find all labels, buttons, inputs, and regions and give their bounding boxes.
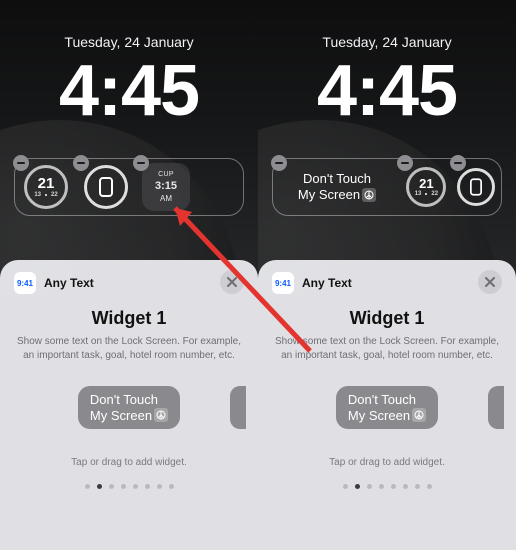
temp-high: 22 <box>51 192 58 198</box>
clock-widget[interactable]: CUP 3:15 AM <box>139 163 193 211</box>
clock-label: CUP <box>158 170 174 179</box>
remove-widget-button[interactable] <box>271 155 287 171</box>
preview-line2: My Screen <box>90 408 152 424</box>
widget-bar[interactable]: 21 13 22 CUP 3:15 AM <box>14 158 244 216</box>
widget-sheet: 9:41 Any Text Widget 1 Show some text on… <box>0 260 258 550</box>
remove-widget-button[interactable] <box>73 155 89 171</box>
page-dot[interactable] <box>169 484 174 489</box>
preview-line1: Don't Touch <box>90 392 168 408</box>
close-button[interactable] <box>478 270 502 294</box>
peace-icon <box>412 408 426 422</box>
weather-widget[interactable]: 21 13 22 <box>403 163 450 211</box>
page-dot[interactable] <box>121 484 126 489</box>
widget-preview[interactable]: Don't Touch My Screen <box>78 386 180 429</box>
next-widget-peek[interactable] <box>488 386 504 429</box>
widget-preview[interactable]: Don't Touch My Screen <box>336 386 438 429</box>
phone-icon <box>470 178 482 196</box>
page-dot[interactable] <box>343 484 348 489</box>
sheet-description: Show some text on the Lock Screen. For e… <box>272 335 502 362</box>
page-dot[interactable] <box>355 484 360 489</box>
temp-value: 21 <box>415 177 438 190</box>
page-dot[interactable] <box>367 484 372 489</box>
page-dot[interactable] <box>109 484 114 489</box>
page-dot[interactable] <box>133 484 138 489</box>
page-dot[interactable] <box>379 484 384 489</box>
close-icon <box>485 277 495 287</box>
close-button[interactable] <box>220 270 244 294</box>
widget-bar[interactable]: Don't Touch My Screen 21 13 22 <box>272 158 502 216</box>
lock-date: Tuesday, 24 January <box>0 34 258 50</box>
app-icon: 9:41 <box>272 272 294 294</box>
page-dot[interactable] <box>391 484 396 489</box>
page-dot[interactable] <box>415 484 420 489</box>
remove-widget-button[interactable] <box>133 155 149 171</box>
phone-right: Tuesday, 24 January 4:45 Don't Touch My … <box>258 0 516 550</box>
temp-low: 13 <box>34 192 41 198</box>
app-name: Any Text <box>44 276 94 290</box>
lock-date: Tuesday, 24 January <box>258 34 516 50</box>
sheet-title: Widget 1 <box>272 308 502 329</box>
peace-icon <box>362 188 376 202</box>
page-dot[interactable] <box>157 484 162 489</box>
page-dot[interactable] <box>403 484 408 489</box>
text-widget-line1: Don't Touch <box>303 171 371 187</box>
preview-line1: Don't Touch <box>348 392 426 408</box>
text-widget-line2: My Screen <box>298 187 360 203</box>
find-my-widget[interactable] <box>79 163 133 211</box>
page-dot[interactable] <box>97 484 102 489</box>
phone-icon <box>99 177 113 197</box>
clock-ampm: AM <box>160 194 172 204</box>
sheet-title: Widget 1 <box>14 308 244 329</box>
sheet-hint: Tap or drag to add widget. <box>272 457 502 468</box>
phone-left: Tuesday, 24 January 4:45 21 13 22 CUP 3:1… <box>0 0 258 550</box>
remove-widget-button[interactable] <box>397 155 413 171</box>
preview-line2: My Screen <box>348 408 410 424</box>
remove-widget-button[interactable] <box>13 155 29 171</box>
page-dot[interactable] <box>145 484 150 489</box>
temp-high: 22 <box>431 191 438 197</box>
lock-time: 4:45 <box>258 50 516 132</box>
widget-sheet: 9:41 Any Text Widget 1 Show some text on… <box>258 260 516 550</box>
page-dot[interactable] <box>85 484 90 489</box>
sheet-hint: Tap or drag to add widget. <box>14 457 244 468</box>
next-widget-peek[interactable] <box>230 386 246 429</box>
page-indicator[interactable] <box>14 484 244 489</box>
text-widget[interactable]: Don't Touch My Screen <box>277 163 397 211</box>
find-my-widget[interactable] <box>456 163 497 211</box>
remove-widget-button[interactable] <box>450 155 466 171</box>
temp-low: 13 <box>415 191 422 197</box>
weather-widget[interactable]: 21 13 22 <box>19 163 73 211</box>
clock-time: 3:15 <box>155 179 177 193</box>
temp-value: 21 <box>34 176 57 191</box>
page-dot[interactable] <box>427 484 432 489</box>
lock-time: 4:45 <box>0 50 258 132</box>
app-icon: 9:41 <box>14 272 36 294</box>
page-indicator[interactable] <box>272 484 502 489</box>
close-icon <box>227 277 237 287</box>
sheet-description: Show some text on the Lock Screen. For e… <box>14 335 244 362</box>
app-name: Any Text <box>302 276 352 290</box>
peace-icon <box>154 408 168 422</box>
